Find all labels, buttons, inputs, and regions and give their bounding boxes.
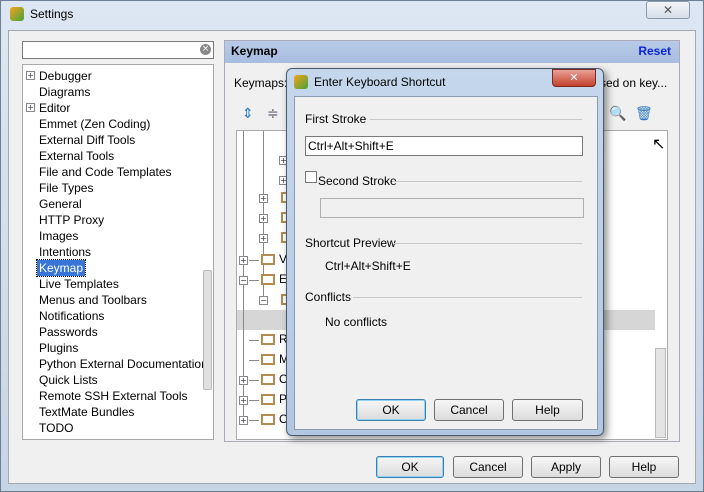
shortcut-preview-label: Shortcut Preview — [305, 236, 396, 250]
folder-icon — [261, 354, 275, 365]
separator — [394, 243, 582, 244]
sidebar-item[interactable]: Quick Lists — [37, 372, 100, 388]
folder-icon — [261, 394, 275, 405]
conflicts-value: No conflicts — [325, 315, 388, 329]
separator — [353, 297, 582, 298]
window-close-button[interactable]: ✕ — [646, 1, 690, 19]
sidebar-item[interactable]: Keymap — [35, 259, 87, 277]
expand-icon[interactable]: + — [26, 103, 35, 112]
expand-icon[interactable]: + — [239, 256, 248, 265]
sidebar-item[interactable]: TextMate Bundles — [37, 404, 136, 420]
sidebar-item[interactable]: TODO — [37, 420, 75, 436]
dialog-ok-button[interactable]: OK — [356, 399, 426, 421]
tree-line — [249, 400, 259, 401]
settings-tree-scrollbar[interactable] — [203, 270, 212, 390]
mouse-cursor-icon: ↖ — [652, 134, 666, 153]
close-icon: ✕ — [662, 3, 674, 17]
sidebar-item[interactable]: Diagrams — [37, 84, 92, 100]
sidebar-item[interactable]: Menus and Toolbars — [37, 292, 149, 308]
settings-tree: + Debugger Diagrams + Editor Emmet (Zen Codin… — [22, 64, 214, 440]
dialog-title: Enter Keyboard Shortcut — [314, 75, 446, 89]
panel-title: Keymap — [231, 44, 278, 58]
folder-icon — [261, 414, 275, 425]
folder-icon — [261, 374, 275, 385]
first-stroke-input[interactable]: Ctrl+Alt+Shift+E — [305, 136, 583, 156]
expand-icon[interactable]: + — [259, 194, 268, 203]
sidebar-item[interactable]: Passwords — [37, 324, 100, 340]
tree-line — [249, 260, 259, 261]
sidebar-item[interactable]: Emmet (Zen Coding) — [37, 116, 152, 132]
second-stroke-label: Second Stroke — [318, 174, 397, 188]
first-stroke-label: First Stroke — [305, 112, 367, 126]
delete-icon[interactable]: 🗑 — [635, 106, 653, 122]
dialog-close-button[interactable]: ✕ — [552, 69, 596, 87]
clear-search-icon[interactable]: × — [200, 44, 211, 55]
folder-icon — [261, 274, 275, 285]
tree-line — [249, 360, 259, 361]
expand-icon[interactable]: + — [259, 234, 268, 243]
keymaps-label: Keymaps: — [234, 76, 288, 90]
shortcut-preview-value: Ctrl+Alt+Shift+E — [325, 259, 411, 273]
sidebar-item[interactable]: External Diff Tools — [37, 132, 137, 148]
sidebar-item[interactable]: Editor — [37, 100, 72, 116]
settings-search-input[interactable] — [22, 41, 214, 59]
folder-icon — [261, 254, 275, 265]
dialog-logo-icon — [294, 75, 308, 89]
expand-all-icon[interactable]: ⇕ — [242, 106, 254, 122]
expand-icon[interactable]: + — [239, 416, 248, 425]
app-logo-icon — [10, 7, 24, 21]
sidebar-item[interactable]: General — [37, 196, 84, 212]
tree-line — [249, 340, 259, 341]
separator — [370, 119, 582, 120]
separator — [392, 181, 582, 182]
sidebar-item[interactable]: File Types — [37, 180, 95, 196]
tree-line — [249, 420, 259, 421]
collapse-all-icon[interactable]: ≑ — [267, 106, 279, 122]
sidebar-item[interactable]: Remote SSH External Tools — [37, 388, 190, 404]
second-stroke-checkbox[interactable] — [305, 171, 317, 183]
find-shortcut-icon[interactable]: 🔍 — [609, 106, 626, 122]
sidebar-item[interactable]: External Tools — [37, 148, 116, 164]
tree-line — [249, 280, 259, 281]
dialog-help-button[interactable]: Help — [512, 399, 583, 421]
sidebar-item[interactable]: Intentions — [37, 244, 93, 260]
expand-icon[interactable]: + — [239, 376, 248, 385]
conflicts-label: Conflicts — [305, 290, 352, 304]
sidebar-item[interactable]: Plugins — [37, 340, 80, 356]
tree-line — [249, 380, 259, 381]
sidebar-item[interactable]: Images — [37, 228, 80, 244]
folder-icon — [261, 334, 275, 345]
sidebar-item[interactable]: Debugger — [37, 68, 94, 84]
ok-button[interactable]: OK — [376, 456, 444, 478]
sidebar-item[interactable]: File and Code Templates — [37, 164, 174, 180]
close-icon: ✕ — [569, 71, 579, 84]
cancel-button[interactable]: Cancel — [453, 456, 523, 478]
panel-header: Keymap Reset — [225, 41, 679, 63]
collapse-icon[interactable]: − — [239, 276, 248, 285]
sidebar-item[interactable]: Python External Documentation — [37, 356, 210, 372]
second-stroke-input[interactable] — [320, 198, 584, 218]
expand-icon[interactable]: + — [259, 214, 268, 223]
expand-icon[interactable]: + — [26, 71, 35, 80]
expand-icon[interactable]: + — [239, 396, 248, 405]
sidebar-item[interactable]: Live Templates — [37, 276, 121, 292]
keymap-based-on-text: sed on key... — [600, 76, 668, 90]
sidebar-item[interactable]: HTTP Proxy — [37, 212, 106, 228]
actions-tree-scrollbar[interactable] — [655, 348, 666, 438]
reset-link[interactable]: Reset — [638, 44, 671, 58]
help-button[interactable]: Help — [609, 456, 679, 478]
collapse-icon[interactable]: − — [259, 296, 268, 305]
sidebar-item[interactable]: Notifications — [37, 308, 106, 324]
apply-button[interactable]: Apply — [531, 456, 601, 478]
window-title: Settings — [30, 7, 74, 21]
dialog-cancel-button[interactable]: Cancel — [434, 399, 504, 421]
